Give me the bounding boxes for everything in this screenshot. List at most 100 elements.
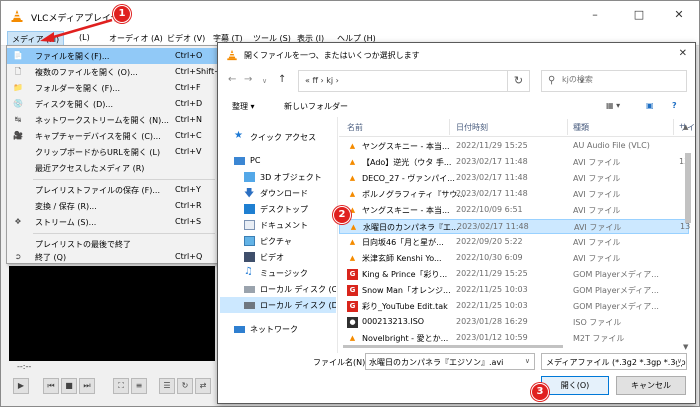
column-divider[interactable] xyxy=(673,119,674,135)
file-row[interactable]: ▲ 日向坂46「月と星が... 2022/09/20 5:22 AVI ファイル xyxy=(339,235,689,250)
menu-save-playlist[interactable]: プレイリストファイルの保存 (F)... Ctrl+Y xyxy=(7,182,217,198)
menu-convert-save[interactable]: 変換 / 保存 (R)... Ctrl+R xyxy=(7,198,217,214)
menu-media[interactable]: メディア (M) xyxy=(7,31,65,46)
seek-bar[interactable] xyxy=(9,363,215,373)
menu-stream[interactable]: ❖ ストリーム (S)... Ctrl+S xyxy=(7,214,217,230)
file-row[interactable]: ● 000213213.ISO 2023/01/28 16:29 ISO ファイル xyxy=(339,315,689,330)
menu-quit[interactable]: ➲ 終了 (Q) Ctrl+Q xyxy=(7,249,217,265)
scroll-thumb[interactable] xyxy=(343,345,563,348)
nav-item-documents[interactable]: ドキュメント xyxy=(220,217,336,233)
menu-item-shortcut: Ctrl+Y xyxy=(175,185,201,194)
file-row[interactable]: ▲ ポルノグラフィティ『サウ... 2023/02/17 11:48 AVI ファイル xyxy=(339,187,689,202)
file-row[interactable]: ▲ ヤングスキニー - 本当... 2022/11/29 15:25 AU Audio… xyxy=(339,139,689,154)
nav-item-pictures[interactable]: ピクチャ xyxy=(220,233,336,249)
file-row[interactable]: G 彩り_YouTube Edit.tak 2022/11/25 10:03 GOM … xyxy=(339,299,689,314)
address-bar[interactable]: « ff › kj › ∨ ↻ xyxy=(298,70,585,92)
loop-icon[interactable]: ↻ xyxy=(177,378,193,394)
scroll-up-icon[interactable]: ▲ xyxy=(683,123,688,131)
play-icon[interactable]: ▶ xyxy=(13,378,29,394)
column-divider[interactable] xyxy=(449,119,450,135)
preview-pane-icon[interactable]: ▣ xyxy=(646,101,654,110)
column-header-type[interactable]: 種類 xyxy=(573,122,589,133)
menu-open-clipboard[interactable]: クリップボードからURLを開く (L) Ctrl+V xyxy=(7,144,217,160)
file-type: GOM Playerメディア... xyxy=(573,286,659,295)
file-row[interactable]: ▲ 水曜日のカンパネラ『エ... 2023/02/17 11:48 AVI ファイル 1… xyxy=(339,219,690,234)
equalizer-icon[interactable]: ≡ xyxy=(131,378,147,394)
back-icon[interactable]: ← xyxy=(228,74,236,85)
menu-audio[interactable]: オーディオ (A) xyxy=(109,33,163,44)
search-input[interactable] xyxy=(562,75,682,84)
previous-icon[interactable]: ⏮ xyxy=(43,378,59,394)
column-header-date[interactable]: 日付時刻 xyxy=(456,122,488,133)
filename-value[interactable]: 水曜日のカンパネラ『エジソン』.avi xyxy=(369,357,503,368)
close-icon[interactable]: ✕ xyxy=(679,48,687,59)
file-row[interactable]: G Snow Man「オレンジ... 2022/11/25 10:03 GOM Pla… xyxy=(339,283,689,298)
pane-divider[interactable] xyxy=(337,117,338,353)
nav-item-videos[interactable]: ビデオ xyxy=(220,249,336,265)
new-folder-button[interactable]: 新しいフォルダー xyxy=(284,101,348,112)
menu-open-capture[interactable]: 🎥 キャプチャーデバイスを開く (C)... Ctrl+C xyxy=(7,128,217,144)
time-display: --:-- xyxy=(17,362,32,371)
scroll-thumb[interactable] xyxy=(685,153,691,223)
minimize-icon[interactable]: – xyxy=(585,7,605,23)
vertical-scrollbar[interactable]: ▲ ▼ xyxy=(683,123,693,351)
file-row[interactable]: ▲ 米津玄師 Kenshi Yo... 2022/10/30 6:09 AVI ファイ… xyxy=(339,251,689,266)
chevron-down-icon[interactable]: ∨ xyxy=(676,357,682,365)
dialog-title-bar: 開くファイルを一つ、またはいくつか選択します ✕ xyxy=(218,43,695,67)
cancel-button[interactable]: キャンセル xyxy=(616,376,686,395)
fullscreen-icon[interactable]: ⛶ xyxy=(113,378,129,394)
forward-icon[interactable]: → xyxy=(244,74,252,85)
chevron-down-icon[interactable]: ∨ xyxy=(525,357,530,365)
nav-item-3d-objects[interactable]: 3D オブジェクト xyxy=(220,169,336,185)
column-header-name[interactable]: 名前 xyxy=(347,122,363,133)
video-area[interactable] xyxy=(9,266,215,361)
filetype-value[interactable]: メディアファイル (*.3g2 *.3gp *.3gp xyxy=(546,357,686,368)
help-icon[interactable]: ? xyxy=(672,101,677,110)
view-options-icon[interactable]: ▦ ▾ xyxy=(606,101,620,110)
nav-item-downloads[interactable]: 🡇 ダウンロード xyxy=(220,185,336,201)
file-type: AVI ファイル xyxy=(573,238,621,247)
maximize-icon[interactable]: □ xyxy=(629,7,649,23)
menu-open-file[interactable]: 📄 ファイルを開く(F)... Ctrl+O xyxy=(7,48,217,64)
file-row[interactable]: G King & Prince「彩り... 2022/11/29 15:25 GOM … xyxy=(339,267,689,282)
menu-open-network[interactable]: ↹ ネットワークストリームを開く (N)... Ctrl+N xyxy=(7,112,217,128)
nav-item-pc[interactable]: PC xyxy=(220,153,336,169)
filename-field[interactable]: 水曜日のカンパネラ『エジソン』.avi ∨ xyxy=(365,353,535,370)
file-row[interactable]: ▲ Novelbright - 愛とか... 2023/01/12 10:59 M2T… xyxy=(339,331,689,346)
search-icon: ⚲ xyxy=(548,75,556,86)
menu-open-multiple[interactable]: 🗋 複数のファイルを開く (O)... Ctrl+Shift+ xyxy=(7,64,221,80)
file-row[interactable]: ▲ 【Ado】逆光（ウタ 手... 2023/02/17 11:48 AVI ファイル… xyxy=(339,155,689,170)
menu-playback[interactable]: (L) xyxy=(79,33,90,42)
close-icon[interactable]: ✕ xyxy=(669,7,689,23)
nav-item-network[interactable]: ネットワーク xyxy=(220,321,336,337)
open-button[interactable]: 開く(O) xyxy=(541,376,609,395)
vlc-title-bar: VLCメディアプレイヤー – □ ✕ xyxy=(1,1,699,31)
up-icon[interactable]: ↑ xyxy=(278,74,286,85)
file-date: 2023/01/12 10:59 xyxy=(456,333,528,342)
stop-icon[interactable]: ■ xyxy=(61,378,77,394)
chevron-down-icon[interactable]: ∨ xyxy=(262,77,267,85)
filetype-select[interactable]: メディアファイル (*.3g2 *.3gp *.3gp ∨ xyxy=(541,353,687,370)
refresh-icon[interactable]: ↻ xyxy=(507,71,529,91)
nav-item-drive-c[interactable]: ローカル ディスク (C) xyxy=(220,281,336,297)
file-row[interactable]: ▲ DECO_27 - ヴァンパイ... 2023/02/17 11:48 AVI フ… xyxy=(339,171,689,186)
menu-open-folder[interactable]: 📁 フォルダーを開く (F)... Ctrl+F xyxy=(7,80,217,96)
organize-button[interactable]: 整理 ▾ xyxy=(232,101,255,112)
playlist-icon[interactable]: ☰ xyxy=(159,378,175,394)
shuffle-icon[interactable]: ⇄ xyxy=(195,378,211,394)
menu-recent-media[interactable]: 最近アクセスしたメディア (R) xyxy=(7,160,217,176)
menu-video[interactable]: ビデオ (V) xyxy=(167,33,205,44)
nav-item-music[interactable]: ♫ ミュージック xyxy=(220,265,336,281)
next-icon[interactable]: ⏭ xyxy=(79,378,95,394)
file-date: 2022/10/09 6:51 xyxy=(456,205,523,214)
file-row[interactable]: ▲ ヤングスキニー - 本当... 2022/10/09 6:51 AVI ファイル xyxy=(339,203,689,218)
nav-item-drive-d[interactable]: ローカル ディスク (D:) xyxy=(220,297,336,313)
breadcrumb[interactable]: « ff › kj › xyxy=(305,76,339,85)
horizontal-scrollbar[interactable] xyxy=(343,345,683,349)
nav-item-quick-access[interactable]: ★ クイック アクセス xyxy=(220,129,336,145)
nav-item-desktop[interactable]: デスクトップ xyxy=(220,201,336,217)
column-divider[interactable] xyxy=(567,119,568,135)
menu-open-disc[interactable]: 💿 ディスクを開く (D)... Ctrl+D xyxy=(7,96,217,112)
search-box[interactable]: ⚲ xyxy=(541,70,687,92)
scroll-down-icon[interactable]: ▼ xyxy=(683,343,688,351)
